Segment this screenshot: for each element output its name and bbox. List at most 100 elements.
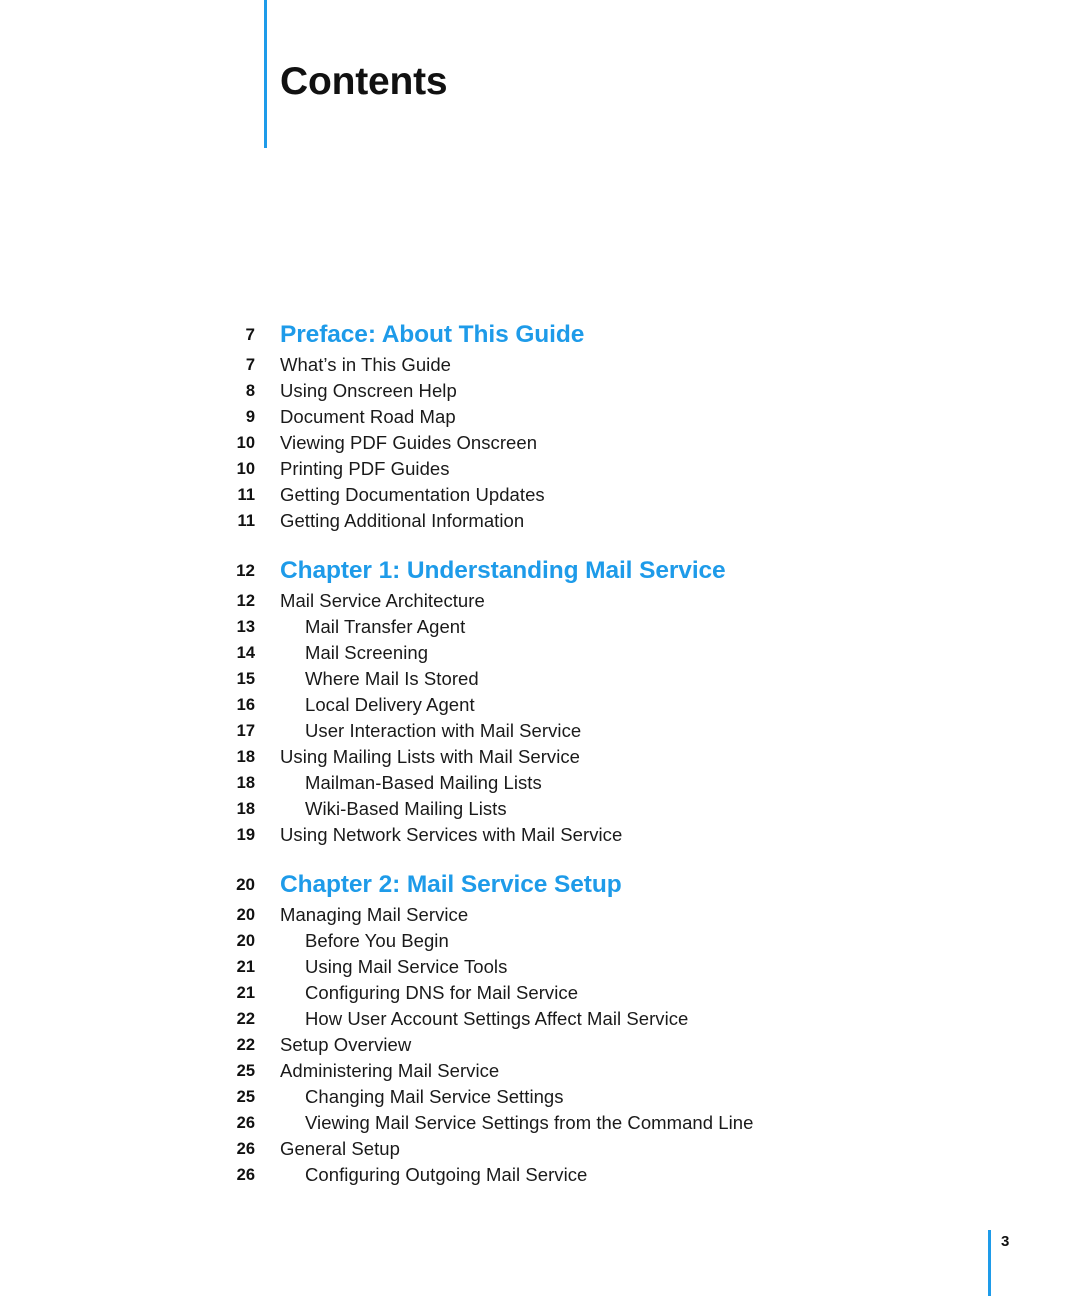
toc-chapter-heading[interactable]: 12 Chapter 1: Understanding Mail Service <box>0 554 1080 588</box>
toc-entry[interactable]: 17 User Interaction with Mail Service <box>0 718 1080 744</box>
toc-entry-label: Configuring DNS for Mail Service <box>305 982 579 1003</box>
toc-chapter-heading[interactable]: 20 Chapter 2: Mail Service Setup <box>0 868 1080 902</box>
toc-entry[interactable]: 26 Viewing Mail Service Settings from the… <box>0 1110 1080 1136</box>
toc-entry[interactable]: 13 Mail Transfer Agent <box>0 614 1080 640</box>
toc-entry-page-number: 11 <box>237 486 255 504</box>
toc-entry-label: Before You Begin <box>305 930 449 951</box>
toc-entry[interactable]: 21 Configuring DNS for Mail Service <box>0 980 1080 1006</box>
toc-entry[interactable]: 20 Managing Mail Service <box>0 902 1080 928</box>
toc-entry[interactable]: 11 Getting Documentation Updates <box>0 482 1080 508</box>
toc-entry-page-number: 20 <box>236 932 255 950</box>
toc-entry-page-number: 25 <box>236 1062 255 1080</box>
toc-entry[interactable]: 25 Changing Mail Service Settings <box>0 1084 1080 1110</box>
toc-entry-page-number: 10 <box>236 434 255 452</box>
footer-accent-rule <box>988 1230 991 1296</box>
document-page: Contents 7 Preface: About This Guide 7 What… <box>0 0 1080 1296</box>
toc-entry-page-number: 22 <box>236 1036 255 1054</box>
toc-entry-page-number: 14 <box>236 644 255 662</box>
toc-entry-label: Mail Service Architecture <box>280 590 485 611</box>
toc-entry[interactable]: 16 Local Delivery Agent <box>0 692 1080 718</box>
toc-entry-label: Where Mail Is Stored <box>305 668 479 689</box>
toc-entry[interactable]: 18 Using Mailing Lists with Mail Service <box>0 744 1080 770</box>
toc-chapter-heading[interactable]: 7 Preface: About This Guide <box>0 318 1080 352</box>
toc-entry-page-number: 11 <box>237 512 255 530</box>
toc-chapter-label: Chapter 1: Understanding Mail Service <box>280 557 726 584</box>
table-of-contents: 7 Preface: About This Guide 7 What’s in Thi… <box>0 318 1080 1188</box>
toc-entry-label: Getting Documentation Updates <box>280 484 545 505</box>
toc-entry-page-number: 18 <box>236 774 255 792</box>
toc-entry-label: Mailman-Based Mailing Lists <box>305 772 542 793</box>
toc-entry[interactable]: 26 General Setup <box>0 1136 1080 1162</box>
toc-entry-label: Changing Mail Service Settings <box>305 1086 564 1107</box>
toc-entry-label: Using Network Services with Mail Service <box>280 824 623 845</box>
toc-entry[interactable]: 26 Configuring Outgoing Mail Service <box>0 1162 1080 1188</box>
toc-entry-page-number: 21 <box>236 958 255 976</box>
toc-entry-label: Document Road Map <box>280 406 456 427</box>
toc-entry[interactable]: 7 What’s in This Guide <box>0 352 1080 378</box>
header-accent-rule <box>264 0 267 148</box>
toc-chapter-label: Chapter 2: Mail Service Setup <box>280 871 622 898</box>
toc-entry-page-number: 16 <box>236 696 255 714</box>
toc-entry-label: User Interaction with Mail Service <box>305 720 582 741</box>
toc-entry-label: Printing PDF Guides <box>280 458 450 479</box>
toc-entry-label: Managing Mail Service <box>280 904 469 925</box>
toc-entry[interactable]: 11 Getting Additional Information <box>0 508 1080 534</box>
toc-entry-page-number: 18 <box>236 800 255 818</box>
toc-entry[interactable]: 15 Where Mail Is Stored <box>0 666 1080 692</box>
toc-entry-page-number: 8 <box>245 382 255 400</box>
toc-chapter-label: Preface: About This Guide <box>280 321 585 348</box>
toc-entry-page-number: 20 <box>236 906 255 924</box>
toc-entry[interactable]: 14 Mail Screening <box>0 640 1080 666</box>
page-number: 3 <box>1001 1233 1010 1250</box>
toc-entry-label: Using Onscreen Help <box>280 380 457 401</box>
toc-entry-label: Viewing PDF Guides Onscreen <box>280 432 538 453</box>
toc-entry[interactable]: 22 How User Account Settings Affect Mail … <box>0 1006 1080 1032</box>
toc-entry[interactable]: 19 Using Network Services with Mail Servi… <box>0 822 1080 848</box>
toc-entry[interactable]: 12 Mail Service Architecture <box>0 588 1080 614</box>
toc-entry-page-number: 25 <box>236 1088 255 1106</box>
toc-entry-page-number: 26 <box>236 1166 255 1184</box>
toc-entry-page-number: 10 <box>236 460 255 478</box>
toc-entry-label: General Setup <box>280 1138 400 1159</box>
toc-entry-page-number: 17 <box>236 722 255 740</box>
toc-entry-page-number: 18 <box>236 748 255 766</box>
toc-entry-label: Getting Additional Information <box>280 510 525 531</box>
toc-entry-page-number: 7 <box>245 325 255 344</box>
toc-entry-page-number: 19 <box>236 826 255 844</box>
toc-entry-page-number: 9 <box>245 408 255 426</box>
toc-entry-page-number: 7 <box>245 356 255 374</box>
toc-entry-label: Using Mail Service Tools <box>305 956 508 977</box>
toc-entry-page-number: 12 <box>236 592 255 610</box>
toc-entry-page-number: 13 <box>236 618 255 636</box>
toc-section: 12 Chapter 1: Understanding Mail Service 1… <box>0 554 1080 848</box>
toc-entry-label: Using Mailing Lists with Mail Service <box>280 746 580 767</box>
toc-entry[interactable]: 18 Mailman-Based Mailing Lists <box>0 770 1080 796</box>
toc-entry-label: Administering Mail Service <box>280 1060 500 1081</box>
toc-entry-page-number: 12 <box>236 561 255 580</box>
toc-entry[interactable]: 22 Setup Overview <box>0 1032 1080 1058</box>
toc-entry[interactable]: 25 Administering Mail Service <box>0 1058 1080 1084</box>
toc-section: 20 Chapter 2: Mail Service Setup 20 Managin… <box>0 868 1080 1188</box>
toc-entry-label: Mail Screening <box>305 642 429 663</box>
toc-entry[interactable]: 8 Using Onscreen Help <box>0 378 1080 404</box>
toc-entry-label: Setup Overview <box>280 1034 412 1055</box>
toc-entry[interactable]: 10 Viewing PDF Guides Onscreen <box>0 430 1080 456</box>
toc-entry-label: What’s in This Guide <box>280 354 452 375</box>
toc-entry-page-number: 26 <box>236 1114 255 1132</box>
toc-entry[interactable]: 10 Printing PDF Guides <box>0 456 1080 482</box>
toc-entry[interactable]: 9 Document Road Map <box>0 404 1080 430</box>
toc-entry-page-number: 15 <box>236 670 255 688</box>
toc-entry[interactable]: 18 Wiki-Based Mailing Lists <box>0 796 1080 822</box>
toc-entry-label: Configuring Outgoing Mail Service <box>305 1164 588 1185</box>
toc-entry-label: Mail Transfer Agent <box>305 616 466 637</box>
toc-entry-label: Local Delivery Agent <box>305 694 475 715</box>
toc-entry[interactable]: 21 Using Mail Service Tools <box>0 954 1080 980</box>
toc-entry-label: How User Account Settings Affect Mail Se… <box>305 1008 689 1029</box>
page-title: Contents <box>280 60 448 103</box>
toc-entry[interactable]: 20 Before You Begin <box>0 928 1080 954</box>
toc-entry-page-number: 20 <box>236 875 255 894</box>
toc-entry-page-number: 22 <box>236 1010 255 1028</box>
toc-entry-page-number: 21 <box>236 984 255 1002</box>
toc-entry-label: Wiki-Based Mailing Lists <box>305 798 507 819</box>
toc-section: 7 Preface: About This Guide 7 What’s in Thi… <box>0 318 1080 534</box>
